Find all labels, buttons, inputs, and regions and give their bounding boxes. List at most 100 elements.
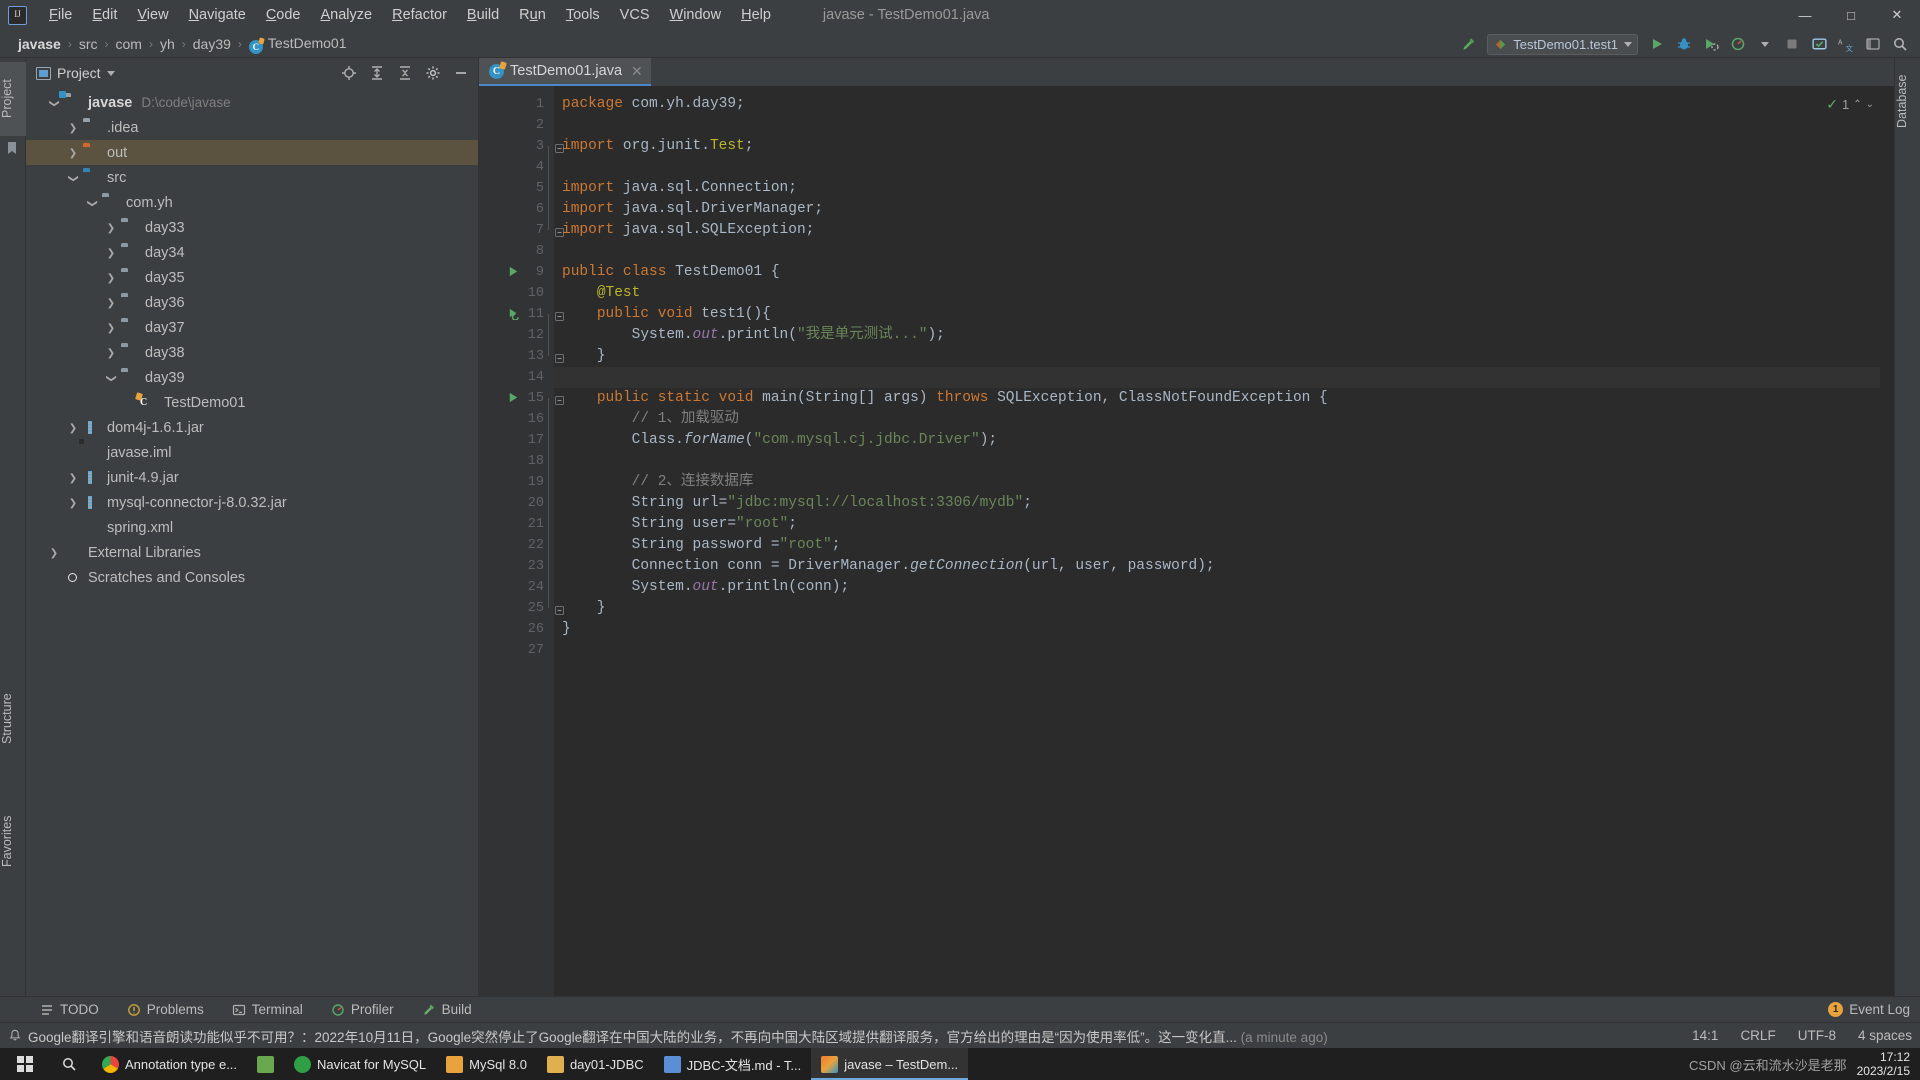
code-text[interactable]: package com.yh.day39; import org.junit.T… xyxy=(554,86,1894,996)
maximize-button[interactable]: □ xyxy=(1828,0,1874,30)
gutter-line-1[interactable]: 1 xyxy=(479,94,554,115)
code-line-14[interactable] xyxy=(554,367,1894,388)
gutter-line-23[interactable]: 23 xyxy=(479,556,554,577)
code-line-21[interactable]: String user="root"; xyxy=(554,514,1894,535)
gutter-line-18[interactable]: 18 xyxy=(479,451,554,472)
gutter-line-17[interactable]: 17 xyxy=(479,430,554,451)
build-hammer-icon[interactable] xyxy=(1456,33,1480,55)
gutter-line-19[interactable]: 19 xyxy=(479,472,554,493)
taskbar-app-mysql-8-0[interactable]: MySql 8.0 xyxy=(436,1048,537,1080)
tree-expand-arrow-icon[interactable] xyxy=(63,122,83,134)
tree-item-day37[interactable]: day37 xyxy=(26,315,478,340)
bell-icon[interactable] xyxy=(8,1029,22,1043)
close-button[interactable]: ✕ xyxy=(1874,0,1920,30)
breadcrumb-item-day39[interactable]: day39 xyxy=(189,35,235,53)
taskbar-app-navicat-for-mysql[interactable]: Navicat for MySQL xyxy=(284,1048,436,1080)
code-line-20[interactable]: String url="jdbc:mysql://localhost:3306/… xyxy=(554,493,1894,514)
tree-item-day33[interactable]: day33 xyxy=(26,215,478,240)
tree-expand-arrow-icon[interactable] xyxy=(101,297,121,309)
stop-icon[interactable] xyxy=(1780,33,1804,55)
taskbar-app-app1[interactable] xyxy=(247,1048,284,1080)
translate-icon[interactable]: A文 xyxy=(1834,33,1858,55)
menu-item-window[interactable]: Window xyxy=(660,4,732,26)
tree-item-javase-iml[interactable]: javase.iml xyxy=(26,440,478,465)
run-test-gutter-icon[interactable] xyxy=(505,307,520,322)
prev-problem-icon[interactable]: ⌃ xyxy=(1853,99,1861,110)
breadcrumb-item-yh[interactable]: yh xyxy=(156,35,179,53)
gutter-line-21[interactable]: 21 xyxy=(479,514,554,535)
tree-expand-arrow-icon[interactable] xyxy=(101,272,121,284)
gutter-line-16[interactable]: 16 xyxy=(479,409,554,430)
gutter-line-24[interactable]: 24 xyxy=(479,577,554,598)
tree-item-day36[interactable]: day36 xyxy=(26,290,478,315)
code-line-10[interactable]: @Test xyxy=(554,283,1894,304)
taskbar-app-annotation-type-e[interactable]: Annotation type e... xyxy=(92,1048,247,1080)
menu-item-edit[interactable]: Edit xyxy=(82,4,127,26)
code-line-22[interactable]: String password ="root"; xyxy=(554,535,1894,556)
tree-item-src[interactable]: src xyxy=(26,165,478,190)
code-line-5[interactable]: import java.sql.Connection; xyxy=(554,178,1894,199)
code-line-11[interactable]: public void test1(){ xyxy=(554,304,1894,325)
gutter-line-8[interactable]: 8 xyxy=(479,241,554,262)
taskbar-app-jdbc-md-t[interactable]: JDBC-文档.md - T... xyxy=(654,1048,812,1080)
code-line-19[interactable]: // 2、连接数据库 xyxy=(554,472,1894,493)
gutter-line-27[interactable]: 27 xyxy=(479,640,554,661)
run-icon[interactable] xyxy=(1645,33,1669,55)
inspection-widget[interactable]: ✓ 1 ⌃ ⌄ xyxy=(1826,96,1874,113)
settings-gear-icon[interactable] xyxy=(422,62,444,84)
gutter-line-25[interactable]: 25 xyxy=(479,598,564,619)
tree-item-spring-xml[interactable]: spring.xml xyxy=(26,515,478,540)
breadcrumb-item-src[interactable]: src xyxy=(75,35,102,53)
gutter-line-11[interactable]: 11 xyxy=(479,304,564,325)
bookmarks-icon[interactable] xyxy=(4,140,22,158)
tool-window-problems[interactable]: Problems xyxy=(123,1000,208,1019)
tree-item-day35[interactable]: day35 xyxy=(26,265,478,290)
tree-expand-arrow-icon[interactable] xyxy=(101,322,121,334)
breadcrumb-item-com[interactable]: com xyxy=(112,35,146,53)
breadcrumb-item-testdemo01[interactable]: C TestDemo01 xyxy=(245,34,351,54)
tree-expand-arrow-icon[interactable] xyxy=(101,247,121,259)
tree-expand-arrow-icon[interactable] xyxy=(63,472,83,484)
tool-window-build[interactable]: Build xyxy=(418,1000,476,1019)
code-line-25[interactable]: } xyxy=(554,598,1894,619)
sidebar-item-project[interactable]: Project xyxy=(0,62,26,136)
tree-item-day38[interactable]: day38 xyxy=(26,340,478,365)
select-opened-file-icon[interactable] xyxy=(338,62,360,84)
menu-item-build[interactable]: Build xyxy=(457,4,509,26)
expand-all-icon[interactable] xyxy=(366,62,388,84)
run-gutter-icon[interactable] xyxy=(505,391,520,406)
file-encoding[interactable]: UTF-8 xyxy=(1798,1028,1836,1043)
taskbar-app-javase-testdem[interactable]: javase – TestDem... xyxy=(811,1048,969,1080)
tree-expand-arrow-icon[interactable] xyxy=(101,347,121,359)
tree-item-javase[interactable]: javase D:\code\javase xyxy=(26,90,478,115)
code-line-9[interactable]: public class TestDemo01 { xyxy=(554,262,1894,283)
chevron-down-icon[interactable] xyxy=(106,70,115,76)
gutter-line-4[interactable]: 4 xyxy=(479,157,554,178)
tree-item-out[interactable]: out xyxy=(26,140,478,165)
tree-item-junit-4-9-jar[interactable]: junit-4.9.jar xyxy=(26,465,478,490)
code-line-16[interactable]: // 1、加载驱动 xyxy=(554,409,1894,430)
event-log-button[interactable]: 1 Event Log xyxy=(1828,1002,1910,1017)
hide-panel-icon[interactable] xyxy=(450,62,472,84)
gutter-line-14[interactable]: 14 xyxy=(479,367,554,388)
next-problem-icon[interactable]: ⌄ xyxy=(1866,99,1874,110)
tree-expand-arrow-icon[interactable] xyxy=(63,497,83,509)
gutter-line-3[interactable]: 3 xyxy=(479,136,564,157)
tree-item-mysql-connector-j-8-0-32-jar[interactable]: mysql-connector-j-8.0.32.jar xyxy=(26,490,478,515)
menu-item-file[interactable]: File xyxy=(39,4,82,26)
debug-icon[interactable] xyxy=(1672,33,1696,55)
tree-item-dom4j-1-6-1-jar[interactable]: dom4j-1.6.1.jar xyxy=(26,415,478,440)
gutter-line-9[interactable]: 9 xyxy=(479,262,554,283)
code-line-18[interactable] xyxy=(554,451,1894,472)
tool-window-terminal[interactable]: Terminal xyxy=(228,1000,307,1019)
code-line-12[interactable]: System.out.println("我是单元测试..."); xyxy=(554,325,1894,346)
tree-item-com-yh[interactable]: com.yh xyxy=(26,190,478,215)
gutter-line-5[interactable]: 5 xyxy=(479,178,554,199)
indent-setting[interactable]: 4 spaces xyxy=(1858,1028,1912,1043)
gutter-line-13[interactable]: 13 xyxy=(479,346,564,367)
editor-scrollbar[interactable] xyxy=(1880,86,1894,996)
run-gutter-icon[interactable] xyxy=(505,265,520,280)
sidebar-item-database[interactable]: Database xyxy=(1895,62,1920,140)
line-separator[interactable]: CRLF xyxy=(1740,1028,1775,1043)
gutter-line-22[interactable]: 22 xyxy=(479,535,554,556)
